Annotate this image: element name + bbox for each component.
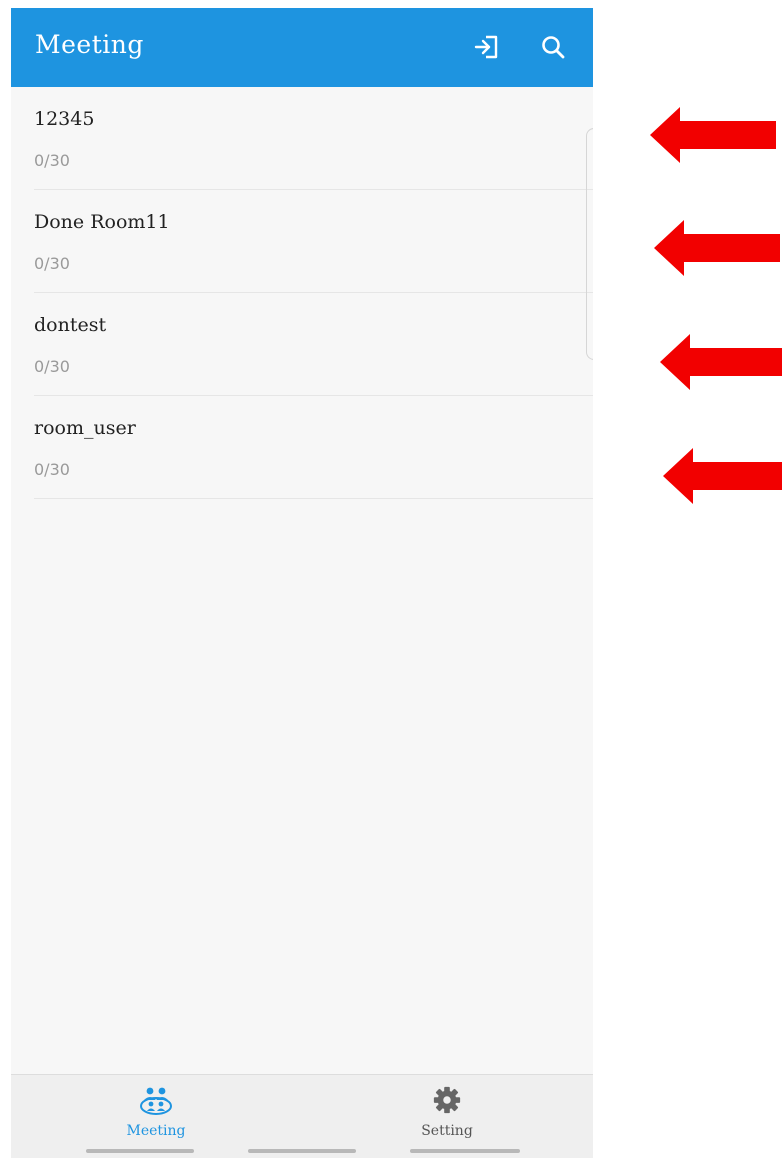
join-room-icon[interactable] (471, 32, 501, 62)
phone-screen: Meeting 12345 0/30 Done Room11 0/30 dont… (11, 8, 593, 1158)
gear-icon (431, 1085, 463, 1119)
room-participant-count: 0/30 (34, 460, 70, 479)
page-title: Meeting (35, 30, 144, 59)
annotation-arrow-icon (663, 448, 782, 504)
list-item[interactable]: dontest 0/30 (34, 293, 593, 396)
screenshot-stage: Meeting 12345 0/30 Done Room11 0/30 dont… (0, 0, 782, 1165)
room-name: dontest (34, 314, 107, 336)
search-icon[interactable] (538, 32, 568, 62)
edge-panel-handle[interactable] (586, 128, 593, 360)
room-list: 12345 0/30 Done Room11 0/30 dontest 0/30… (11, 87, 593, 499)
list-item[interactable]: room_user 0/30 (34, 396, 593, 499)
annotation-arrow-icon (660, 334, 782, 390)
list-item[interactable]: 12345 0/30 (34, 87, 593, 190)
room-name: 12345 (34, 108, 95, 130)
system-nav-home[interactable] (248, 1149, 356, 1153)
meeting-group-icon (138, 1085, 174, 1119)
system-nav-recent[interactable] (86, 1149, 194, 1153)
room-participant-count: 0/30 (34, 254, 70, 273)
room-name: Done Room11 (34, 211, 170, 233)
app-bar: Meeting (11, 8, 593, 87)
tab-meeting[interactable]: Meeting (96, 1085, 216, 1141)
system-nav-back[interactable] (410, 1149, 520, 1153)
room-name: room_user (34, 417, 136, 439)
room-participant-count: 0/30 (34, 357, 70, 376)
tab-setting[interactable]: Setting (387, 1085, 507, 1141)
annotation-arrow-icon (654, 220, 780, 276)
tab-setting-label: Setting (421, 1123, 473, 1139)
annotation-arrow-icon (650, 107, 776, 163)
list-item[interactable]: Done Room11 0/30 (34, 190, 593, 293)
bottom-navigation: Meeting Setting (11, 1074, 593, 1158)
room-participant-count: 0/30 (34, 151, 70, 170)
tab-meeting-label: Meeting (126, 1123, 186, 1139)
